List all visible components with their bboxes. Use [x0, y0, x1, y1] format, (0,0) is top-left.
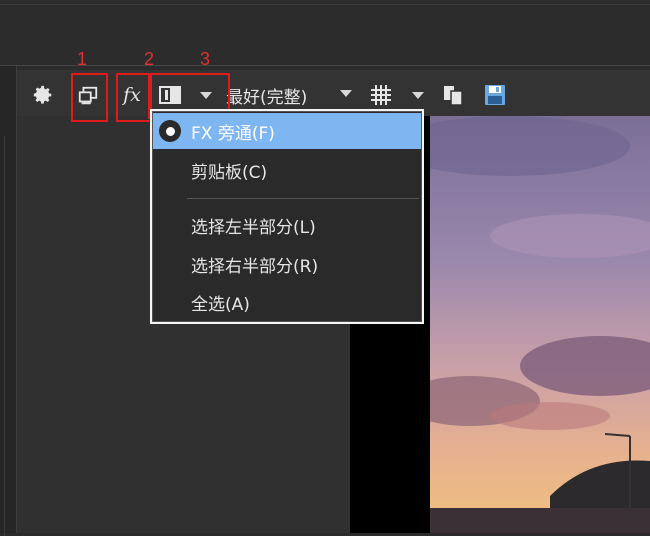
annotation-label-1: 1 [77, 49, 88, 69]
grid-icon[interactable] [368, 82, 394, 108]
menu-item-label: 选择右半部分(R) [191, 256, 319, 277]
top-bar-divider-bottom [0, 65, 650, 66]
menu-item-label: 全选(A) [191, 294, 250, 315]
menu-item-label: 剪贴板(C) [191, 162, 268, 183]
menu-item-fx-bypass[interactable]: FX 旁通(F) [153, 113, 421, 149]
menu-item-select-all[interactable]: 全选(A) [153, 284, 421, 320]
split-view-menu: FX 旁通(F) 剪贴板(C) 选择左半部分(L) 选择右半部分(R) 全选(A… [150, 109, 424, 324]
top-bar-divider [0, 4, 650, 5]
annotation-box-1 [71, 73, 108, 122]
grid-dropdown-caret[interactable] [412, 92, 424, 99]
save-icon[interactable] [482, 82, 508, 108]
annotation-box-2 [116, 73, 152, 122]
left-panel-scroll-track [4, 136, 11, 536]
annotation-label-2: 2 [144, 49, 155, 69]
preview-image [430, 116, 650, 533]
menu-item-select-right-half[interactable]: 选择右半部分(R) [153, 246, 421, 282]
radio-selected-icon [159, 120, 181, 142]
top-bar [0, 0, 650, 66]
menu-item-select-left-half[interactable]: 选择左半部分(L) [153, 207, 421, 243]
quality-dropdown-caret[interactable] [340, 90, 352, 97]
copy-icon[interactable] [440, 82, 466, 108]
menu-item-clipboard[interactable]: 剪贴板(C) [153, 152, 421, 188]
menu-item-label: FX 旁通(F) [191, 123, 275, 144]
split-view-menu-body: FX 旁通(F) 剪贴板(C) 选择左半部分(L) 选择右半部分(R) 全选(A… [152, 111, 422, 322]
gear-icon[interactable] [30, 82, 56, 108]
preview-quality-select[interactable]: 最好(完整) [226, 83, 307, 108]
menu-item-label: 选择左半部分(L) [191, 217, 316, 238]
menu-separator [187, 198, 419, 199]
left-panel-edge [0, 66, 17, 536]
annotation-label-3: 3 [200, 49, 211, 69]
